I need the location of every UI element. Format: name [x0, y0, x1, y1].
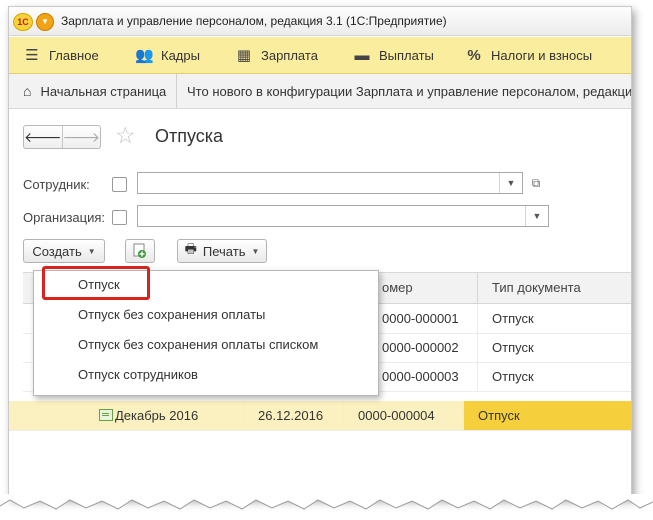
tab-home[interactable]: ⌂ Начальная страница	[9, 74, 177, 108]
cell-marker	[9, 401, 81, 430]
menu-item-unpaid-leave[interactable]: Отпуск без сохранения оплаты	[78, 302, 265, 328]
calculator-icon: ▦	[236, 47, 252, 64]
section-taxes[interactable]: % Налоги и взносы	[465, 37, 592, 73]
app-logo-icon: 1С	[13, 13, 33, 31]
create-button[interactable]: Создать ▼	[23, 239, 105, 263]
create-button-label: Создать	[32, 243, 82, 259]
print-button-label: Печать	[202, 243, 246, 259]
tab-label: Что нового в конфигурации Зарплата и упр…	[187, 83, 632, 99]
navigation-buttons: 🡐 🡒	[23, 125, 101, 149]
home-icon: ⌂	[23, 83, 32, 99]
sections-bar: ☰ Главное 👥 Кадры ▦ Зарплата ▬ Выплаты %…	[9, 37, 631, 74]
highlight-frame	[42, 266, 150, 300]
hamburger-icon: ☰	[25, 47, 39, 64]
menu-item-employees-vacation[interactable]: Отпуск сотрудников	[78, 362, 198, 388]
cell-month: Декабрь 2016	[115, 408, 199, 423]
forward-arrow-icon[interactable]: 🡒	[63, 126, 101, 148]
tab-whats-new[interactable]: Что нового в конфигурации Зарплата и упр…	[187, 74, 632, 108]
employee-field[interactable]: ▼	[137, 172, 523, 194]
section-salary[interactable]: ▦ Зарплата	[235, 37, 318, 73]
add-document-icon	[133, 243, 146, 258]
table-row-selected[interactable]: Декабрь 2016 26.12.2016 0000-000004 Отпу…	[9, 401, 631, 431]
chevron-down-icon: ▼	[87, 246, 96, 256]
organization-field[interactable]: ▼	[137, 205, 549, 227]
section-personnel[interactable]: 👥 Кадры	[135, 37, 200, 73]
cell-type: Отпуск	[463, 401, 631, 430]
section-main[interactable]: ☰ Главное	[23, 37, 99, 73]
section-label: Зарплата	[261, 47, 318, 63]
section-label: Выплаты	[379, 47, 434, 63]
torn-edge-decoration	[0, 494, 653, 510]
chevron-down-icon: ▼	[251, 246, 260, 256]
back-arrow-icon[interactable]: 🡐	[24, 126, 63, 148]
organization-label: Организация:	[23, 210, 106, 225]
create-based-on-button[interactable]	[125, 239, 155, 263]
menu-item-unpaid-leave-list[interactable]: Отпуск без сохранения оплаты списком	[78, 332, 318, 358]
print-button[interactable]: 🖶 Печать ▼	[177, 239, 267, 263]
posted-document-icon	[99, 409, 113, 421]
percent-icon: %	[467, 46, 481, 64]
cell-type: Отпуск	[477, 333, 631, 362]
chevron-down-icon[interactable]: ▼	[525, 206, 548, 226]
cell-type: Отпуск	[477, 304, 631, 333]
chevron-down-icon[interactable]: ▼	[499, 173, 522, 193]
open-employee-icon[interactable]: ⧉	[527, 174, 545, 192]
wallet-icon: ▬	[354, 46, 370, 64]
cell-number: 0000-000004	[343, 401, 463, 430]
title-bar: 1С ▼ Зарплата и управление персоналом, р…	[9, 7, 631, 36]
section-label: Кадры	[161, 47, 200, 63]
cell-date: 26.12.2016	[243, 401, 343, 430]
page-title: Отпуска	[155, 126, 224, 146]
organization-filter-checkbox[interactable]	[112, 210, 127, 225]
column-header-type[interactable]: Тип документа	[477, 273, 631, 303]
cell-type: Отпуск	[477, 362, 631, 391]
application-window: 1С ▼ Зарплата и управление персоналом, р…	[8, 6, 632, 498]
section-payments[interactable]: ▬ Выплаты	[353, 37, 434, 73]
window-title: Зарплата и управление персоналом, редакц…	[61, 14, 447, 28]
favorite-star-icon[interactable]: ☆	[115, 123, 136, 147]
main-menu-icon[interactable]: ▼	[36, 13, 54, 31]
employee-filter-checkbox[interactable]	[112, 177, 127, 192]
section-label: Налоги и взносы	[491, 47, 593, 63]
printer-icon: 🖶	[184, 241, 197, 256]
tab-label: Начальная страница	[40, 83, 167, 99]
section-label: Главное	[49, 47, 99, 63]
open-tabs-bar: ⌂ Начальная страница Что нового в конфиг…	[9, 74, 631, 109]
employee-label: Сотрудник:	[23, 177, 90, 192]
people-icon: 👥	[135, 47, 154, 64]
